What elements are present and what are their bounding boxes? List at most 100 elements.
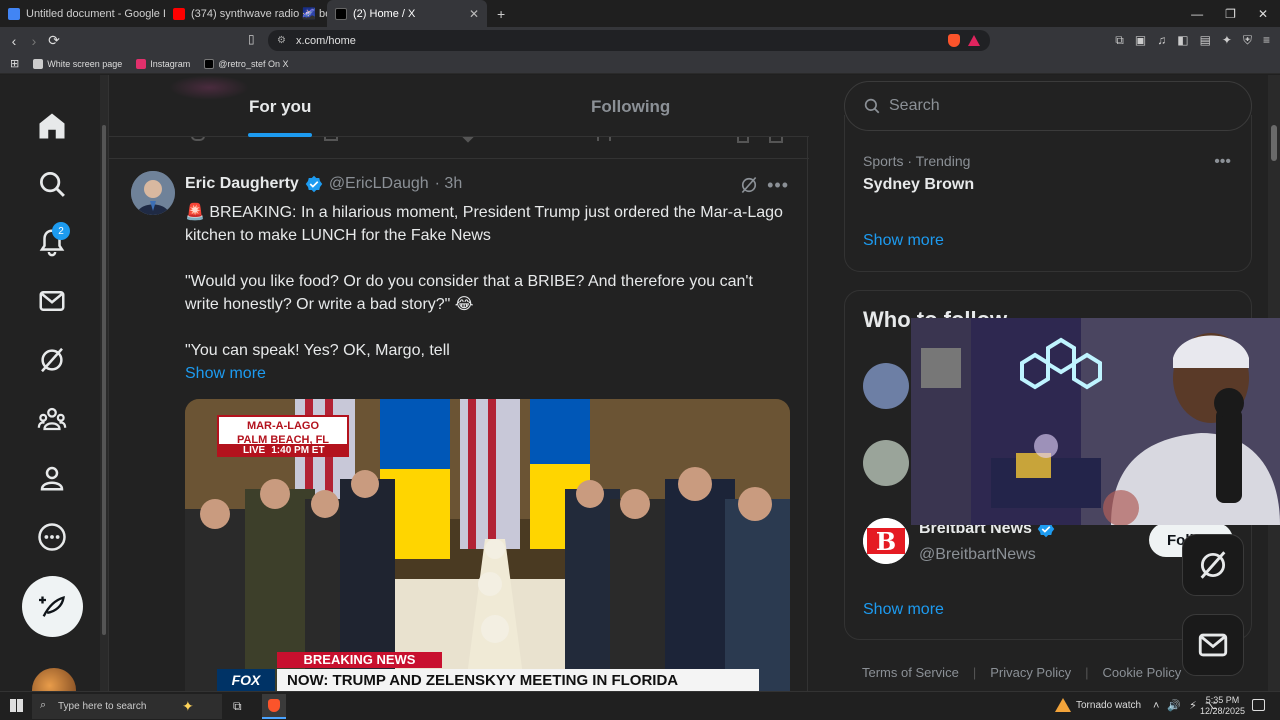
taskbar-search-placeholder: Type here to search bbox=[58, 701, 147, 712]
tab-youtube[interactable]: (374) synthwave radio 🌌 beats t bbox=[165, 0, 327, 27]
breitbart-avatar[interactable]: B bbox=[863, 518, 909, 564]
wallet-icon[interactable]: ▤ bbox=[1200, 33, 1211, 48]
bookmark-instagram[interactable]: Instagram bbox=[136, 58, 190, 69]
trend-more-icon[interactable]: ••• bbox=[1214, 153, 1231, 171]
menu-icon[interactable]: ≡ bbox=[1263, 33, 1270, 48]
author-handle[interactable]: @EricLDaugh bbox=[329, 175, 429, 193]
weather-warning-icon[interactable] bbox=[1055, 698, 1071, 712]
bookmark-retro-stef[interactable]: @retro_stef On X bbox=[204, 58, 289, 69]
tweet-more-icon[interactable]: ••• bbox=[767, 175, 789, 196]
windows-taskbar: ⌕ Type here to search ✦ ⧉ Tornado watch … bbox=[0, 691, 1280, 720]
tab-title: (2) Home / X bbox=[353, 7, 416, 20]
feather-plus-icon bbox=[38, 595, 65, 617]
show-more-link[interactable]: Show more bbox=[185, 362, 785, 385]
privacy-link[interactable]: Privacy Policy bbox=[990, 665, 1071, 680]
bookmark-icon[interactable] bbox=[737, 137, 749, 143]
extensions-icon[interactable]: ⧉ bbox=[1115, 33, 1124, 48]
compose-post-button[interactable] bbox=[22, 576, 83, 637]
communities-icon[interactable] bbox=[36, 403, 68, 435]
messages-icon[interactable] bbox=[36, 285, 68, 317]
bookmark-label: @retro_stef On X bbox=[218, 58, 289, 69]
tab-following[interactable]: Following bbox=[591, 97, 670, 117]
search-icon: ⌕ bbox=[40, 699, 47, 711]
grok-floating-button[interactable] bbox=[1182, 534, 1244, 596]
new-tab-button[interactable]: + bbox=[497, 6, 505, 22]
like-icon[interactable] bbox=[462, 137, 474, 143]
profile-icon[interactable] bbox=[36, 462, 68, 494]
bookmark-white-screen[interactable]: White screen page bbox=[33, 58, 122, 69]
tweet-header: Eric Daugherty @EricLDaugh · 3h bbox=[185, 175, 462, 193]
search-placeholder: Search bbox=[889, 97, 940, 114]
reply-icon[interactable] bbox=[191, 137, 205, 141]
grok-explain-icon[interactable] bbox=[739, 175, 759, 195]
retweet-icon[interactable] bbox=[324, 137, 338, 141]
leo-ai-icon[interactable]: ✦ bbox=[1222, 33, 1232, 48]
close-window-button[interactable]: ✕ bbox=[1258, 7, 1268, 21]
instagram-icon bbox=[136, 58, 147, 69]
tweet-media-image[interactable]: MAR-A-LAGO PALM BEACH, FL LIVE 1:40 PM E… bbox=[185, 399, 790, 691]
vpn-icon[interactable]: ⛨ bbox=[1243, 33, 1252, 48]
brave-taskbar-icon[interactable] bbox=[262, 694, 286, 719]
sidebar-footer: Terms of Service | Privacy Policy | Cook… bbox=[862, 665, 1181, 680]
tab-google-docs[interactable]: Untitled document - Google Docs bbox=[0, 0, 165, 27]
footer-divider: | bbox=[1085, 665, 1089, 680]
streamer-webcam-image bbox=[911, 318, 1280, 525]
suggested-account-avatar[interactable] bbox=[863, 440, 909, 486]
grok-icon[interactable] bbox=[36, 344, 68, 376]
tab-for-you[interactable]: For you bbox=[249, 97, 311, 117]
back-icon[interactable]: ‹ bbox=[4, 33, 24, 49]
screenshot-icon[interactable]: ▣ bbox=[1135, 33, 1146, 48]
music-icon[interactable]: ♫ bbox=[1157, 33, 1166, 48]
tab-x-home[interactable]: (2) Home / X ✕ bbox=[327, 0, 487, 27]
messages-floating-button[interactable] bbox=[1182, 614, 1244, 676]
clock[interactable]: 5:35 PM 12/28/2025 bbox=[1200, 695, 1245, 717]
tweet-time[interactable]: · 3h bbox=[435, 175, 463, 193]
share-icon[interactable] bbox=[769, 137, 783, 143]
cookie-link[interactable]: Cookie Policy bbox=[1103, 665, 1182, 680]
suggested-account-handle[interactable]: @BreitbartNews bbox=[919, 546, 1036, 564]
task-view-icon[interactable]: ⧉ bbox=[233, 699, 242, 714]
timeline: For you Following Eric Daugherty @EricLD… bbox=[108, 75, 809, 691]
feed-scrollbar[interactable] bbox=[100, 75, 108, 691]
trends-show-more[interactable]: Show more bbox=[863, 232, 944, 250]
notifications-icon[interactable]: 2 bbox=[36, 222, 70, 258]
weather-text[interactable]: Tornado watch bbox=[1076, 700, 1141, 711]
author-name[interactable]: Eric Daugherty bbox=[185, 175, 299, 193]
suggested-account-avatar[interactable] bbox=[863, 363, 909, 409]
browser-toolbar: ‹ › ⟳ ▯ ⚙ x.com/home ⧉ ▣ ♫ ◧ ▤ ✦ ⛨ ≡ bbox=[0, 27, 1280, 54]
brave-rewards-icon[interactable] bbox=[968, 35, 980, 46]
taskbar-search-input[interactable]: ⌕ Type here to search ✦ bbox=[32, 694, 222, 719]
account-avatar[interactable] bbox=[32, 668, 76, 691]
reload-icon[interactable]: ⟳ bbox=[44, 32, 64, 49]
live-time: 1:40 PM ET bbox=[271, 445, 325, 456]
left-navigation: 2 bbox=[0, 75, 100, 691]
search-icon[interactable] bbox=[36, 168, 68, 200]
webcam-overlay bbox=[911, 318, 1280, 525]
browser-tab-strip: Untitled document - Google Docs (374) sy… bbox=[0, 0, 1280, 27]
footer-divider: | bbox=[972, 665, 977, 680]
tweet-paragraph: 🚨 BREAKING: In a hilarious moment, Presi… bbox=[185, 204, 783, 244]
restore-button[interactable]: ❐ bbox=[1225, 7, 1236, 21]
who-to-follow-show-more[interactable]: Show more bbox=[863, 601, 944, 619]
windows-start-icon[interactable] bbox=[10, 699, 23, 712]
close-tab-icon[interactable]: ✕ bbox=[469, 7, 479, 21]
address-bar[interactable]: ⚙ x.com/home bbox=[268, 30, 990, 51]
page-icon bbox=[33, 58, 44, 69]
sidebar-icon[interactable]: ◧ bbox=[1177, 33, 1188, 48]
trend-topic[interactable]: Sydney Brown bbox=[863, 176, 974, 194]
minimize-button[interactable]: — bbox=[1191, 7, 1203, 21]
window-controls: — ❐ ✕ bbox=[1191, 0, 1280, 27]
more-icon[interactable] bbox=[36, 521, 68, 553]
home-icon[interactable] bbox=[36, 110, 68, 142]
brave-shield-icon[interactable] bbox=[948, 34, 960, 47]
site-info-icon[interactable]: ⚙ bbox=[277, 35, 286, 46]
tweet[interactable]: Eric Daugherty @EricLDaugh · 3h ••• 🚨 BR… bbox=[109, 159, 809, 691]
author-avatar[interactable] bbox=[131, 171, 175, 215]
notifications-center-icon[interactable] bbox=[1252, 699, 1265, 711]
forward-icon[interactable]: › bbox=[24, 33, 44, 49]
live-label: LIVE bbox=[243, 445, 266, 456]
apps-icon[interactable]: ⊞ bbox=[10, 57, 19, 70]
bookmark-page-icon[interactable]: ▯ bbox=[248, 32, 255, 46]
terms-link[interactable]: Terms of Service bbox=[862, 665, 959, 680]
views-icon[interactable] bbox=[597, 137, 611, 141]
